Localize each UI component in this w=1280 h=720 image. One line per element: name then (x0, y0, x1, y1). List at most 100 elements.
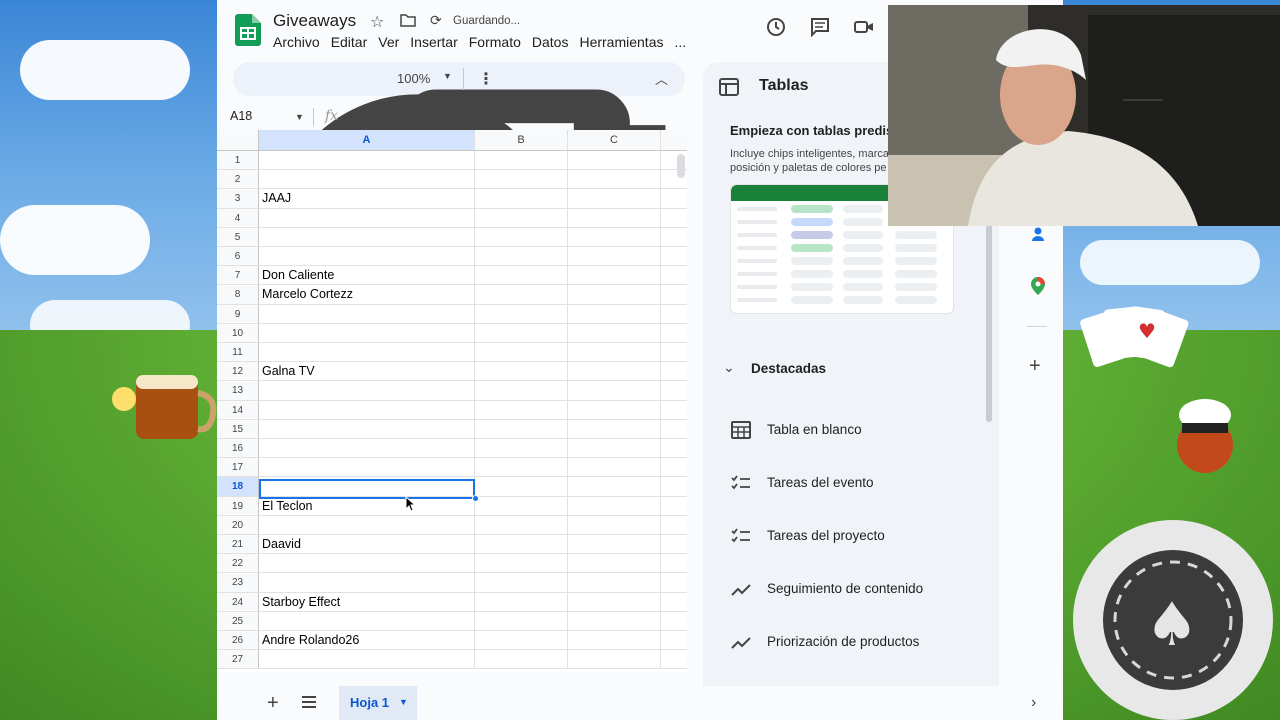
panel-scrollbar[interactable] (986, 222, 992, 422)
cell-a[interactable] (259, 343, 475, 363)
cell-a[interactable] (259, 419, 475, 439)
cell-b[interactable] (475, 611, 568, 631)
cell-a[interactable] (259, 151, 475, 171)
row-header[interactable]: 22 (217, 554, 259, 574)
row-header[interactable]: 18 (217, 477, 259, 497)
row-header[interactable]: 14 (217, 400, 259, 420)
contacts-icon[interactable] (1031, 226, 1045, 242)
cell-a[interactable] (259, 650, 475, 670)
meet-icon[interactable] (853, 16, 875, 38)
cell-d[interactable] (661, 189, 687, 209)
row-header[interactable]: 11 (217, 343, 259, 363)
cell-a[interactable]: Andre Rolando26 (259, 631, 475, 651)
menu-herramientas[interactable]: Herramientas (579, 34, 663, 50)
cell-c[interactable] (568, 170, 661, 190)
cell-d[interactable] (661, 305, 687, 324)
expand-side-panel-icon[interactable]: › (1031, 694, 1036, 712)
cell-c[interactable] (568, 208, 661, 228)
maps-icon[interactable] (1030, 276, 1046, 296)
cell-c[interactable] (568, 400, 661, 420)
zoom-select[interactable]: 100% (397, 71, 430, 86)
cell-d[interactable] (661, 516, 687, 535)
row-header[interactable]: 6 (217, 247, 259, 267)
cell-b[interactable] (475, 496, 568, 516)
zoom-caret-icon[interactable]: ▼ (443, 71, 452, 81)
cell-d[interactable] (661, 650, 687, 670)
cell-c[interactable] (568, 381, 661, 401)
cell-a[interactable]: Marcelo Cortezz (259, 285, 475, 305)
row-header[interactable]: 10 (217, 323, 259, 343)
row-header[interactable]: 16 (217, 439, 259, 459)
row-header[interactable]: 21 (217, 535, 259, 555)
cell-b[interactable] (475, 323, 568, 343)
row-header[interactable]: 5 (217, 227, 259, 247)
cell-d[interactable] (661, 324, 687, 343)
cell-b[interactable] (475, 189, 568, 209)
cell-b[interactable] (475, 400, 568, 420)
selected-cell[interactable] (259, 479, 475, 499)
cell-b[interactable] (475, 631, 568, 651)
cell-a[interactable] (259, 208, 475, 228)
cell-c[interactable] (568, 631, 661, 651)
cell-a[interactable]: Daavid (259, 535, 475, 555)
cell-b[interactable] (475, 208, 568, 228)
cell-d[interactable] (661, 401, 687, 420)
column-header-c[interactable]: C (568, 130, 661, 151)
cell-c[interactable] (568, 535, 661, 555)
cell-b[interactable] (475, 227, 568, 247)
cell-b[interactable] (475, 285, 568, 305)
cell-b[interactable] (475, 592, 568, 612)
cell-a[interactable] (259, 458, 475, 478)
cell-a[interactable] (259, 170, 475, 190)
cell-a[interactable] (259, 515, 475, 535)
cell-c[interactable] (568, 266, 661, 286)
cell-a[interactable] (259, 227, 475, 247)
cell-b[interactable] (475, 343, 568, 363)
cell-b[interactable] (475, 362, 568, 382)
cell-b[interactable] (475, 515, 568, 535)
row-header[interactable]: 17 (217, 458, 259, 478)
cell-c[interactable] (568, 439, 661, 459)
row-header[interactable]: 26 (217, 631, 259, 651)
row-header[interactable]: 7 (217, 266, 259, 286)
cell-c[interactable] (568, 227, 661, 247)
cell-b[interactable] (475, 151, 568, 171)
row-header[interactable]: 13 (217, 381, 259, 401)
cell-d[interactable] (661, 458, 687, 478)
cell-c[interactable] (568, 285, 661, 305)
vertical-scrollbar[interactable] (677, 154, 685, 178)
cell-a[interactable]: El Teclon (259, 496, 475, 516)
row-header[interactable]: 3 (217, 189, 259, 209)
cell-b[interactable] (475, 477, 568, 497)
menu-ver[interactable]: Ver (378, 34, 399, 50)
cell-d[interactable] (661, 285, 687, 305)
cell-a[interactable]: Don Caliente (259, 266, 475, 286)
cell-d[interactable] (661, 362, 687, 382)
cell-a[interactable] (259, 554, 475, 574)
cell-c[interactable] (568, 458, 661, 478)
spreadsheet-grid[interactable]: A B C 1 2 3 JAAJ 4 5 6 7 Don Caliente 8 Marcelo Co… (217, 130, 687, 672)
column-header-b[interactable]: B (475, 130, 568, 151)
cell-c[interactable] (568, 247, 661, 267)
cell-d[interactable] (661, 209, 687, 228)
cell-b[interactable] (475, 381, 568, 401)
menu-more[interactable]: ... (674, 34, 686, 50)
cell-b[interactable] (475, 304, 568, 324)
collapse-toolbar-icon[interactable]: ︿ (655, 69, 668, 88)
menu-insertar[interactable]: Insertar (410, 34, 457, 50)
cell-d[interactable] (661, 247, 687, 267)
row-header[interactable]: 4 (217, 208, 259, 228)
cell-a[interactable] (259, 439, 475, 459)
more-options-icon[interactable]: ⋮ (478, 69, 494, 89)
row-header[interactable]: 8 (217, 285, 259, 305)
menu-datos[interactable]: Datos (532, 34, 569, 50)
sheet-tab-caret-icon[interactable]: ▼ (399, 697, 408, 707)
cell-a[interactable] (259, 611, 475, 631)
cell-a[interactable] (259, 247, 475, 267)
cell-b[interactable] (475, 419, 568, 439)
cell-a[interactable] (259, 304, 475, 324)
cell-a[interactable]: Galna TV (259, 362, 475, 382)
cell-c[interactable] (568, 611, 661, 631)
menu-editar[interactable]: Editar (331, 34, 368, 50)
cell-c[interactable] (568, 323, 661, 343)
